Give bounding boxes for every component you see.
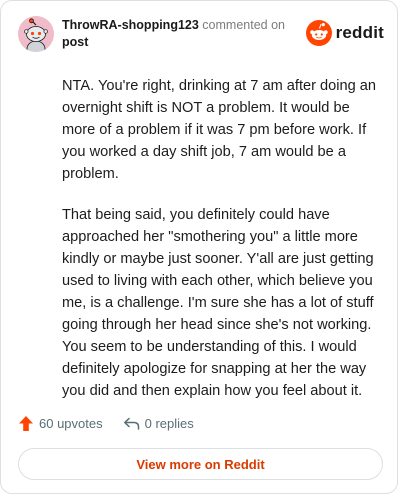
view-more-button[interactable]: View more on Reddit bbox=[18, 448, 383, 480]
comment-header: ThrowRA-shopping123 commented on post re… bbox=[18, 14, 384, 54]
upvote-count: 60 upvotes bbox=[39, 415, 103, 431]
username-link[interactable]: ThrowRA-shopping123 bbox=[62, 18, 199, 32]
comment-actions: 60 upvotes 0 replies bbox=[18, 411, 194, 435]
upvote-button[interactable]: 60 upvotes bbox=[18, 415, 103, 432]
action-text: commented on bbox=[202, 18, 285, 32]
comment-paragraph: NTA. You're right, drinking at 7 am afte… bbox=[62, 78, 377, 182]
embedded-comment-card: ThrowRA-shopping123 commented on post re… bbox=[0, 0, 398, 494]
upvote-arrow-icon bbox=[19, 415, 33, 431]
replies-button[interactable]: 0 replies bbox=[123, 416, 194, 431]
reply-count: 0 replies bbox=[144, 415, 194, 431]
reddit-logo-icon bbox=[305, 20, 332, 46]
comment-paragraph: That being said, you definitely could ha… bbox=[62, 207, 374, 399]
comment-meta: ThrowRA-shopping123 commented on post bbox=[62, 17, 292, 51]
reply-arrow-icon bbox=[123, 417, 139, 430]
comment-body: NTA. You're right, drinking at 7 am afte… bbox=[62, 75, 384, 421]
snoo-avatar-icon bbox=[18, 16, 54, 52]
post-link[interactable]: post bbox=[62, 34, 292, 51]
brand-wordmark: reddit bbox=[335, 23, 384, 42]
reddit-brand[interactable]: reddit bbox=[305, 20, 384, 46]
user-avatar[interactable] bbox=[18, 16, 54, 52]
